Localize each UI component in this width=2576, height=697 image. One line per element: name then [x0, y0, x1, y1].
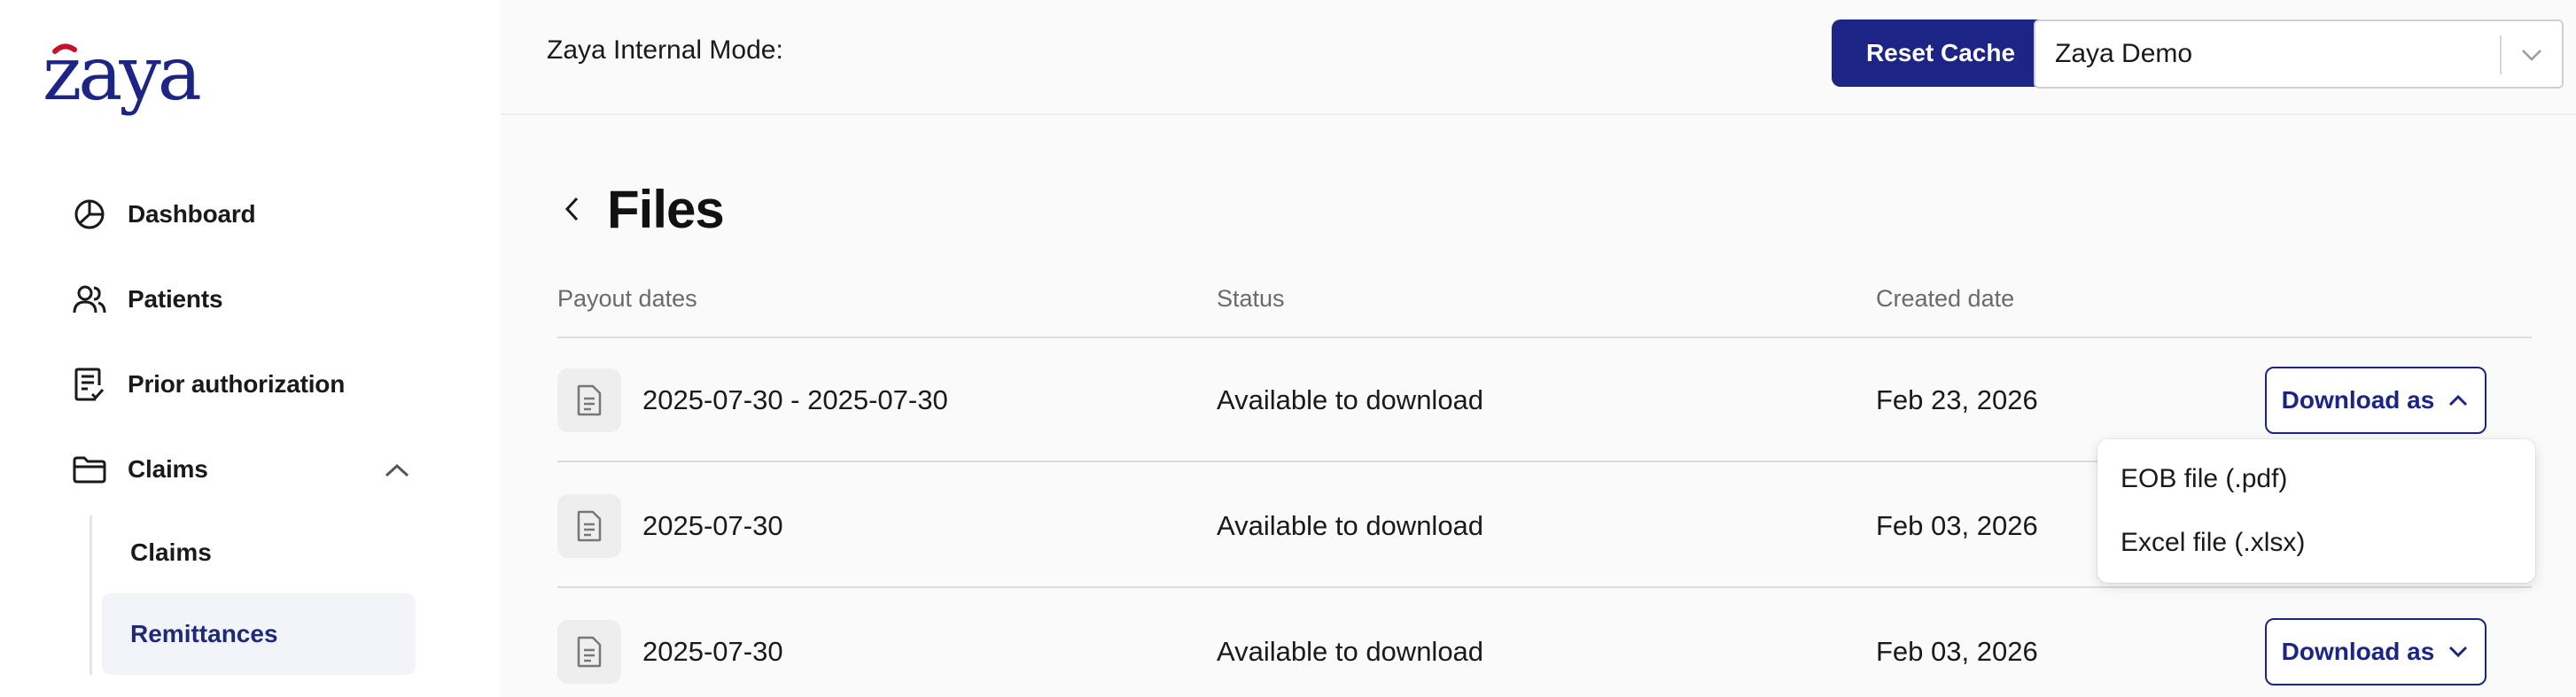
column-header-created-date[interactable]: Created date: [1876, 285, 2014, 313]
sidebar-item-prior-authorization[interactable]: Prior authorization: [71, 358, 345, 411]
users-icon: [71, 281, 108, 318]
download-as-label: Download as: [2281, 386, 2435, 414]
menu-item-eob-pdf[interactable]: EOB file (.pdf): [2121, 464, 2287, 494]
subnav-divider: [89, 515, 92, 675]
sidebar: zaya Dashboard Patients Prior authorizat…: [0, 0, 501, 697]
status-cell: Available to download: [1217, 510, 1484, 541]
status-cell: Available to download: [1217, 636, 1484, 667]
file-icon: [557, 368, 621, 432]
download-as-button[interactable]: Download as: [2265, 367, 2487, 434]
sidebar-subitem-claims[interactable]: Claims: [102, 512, 416, 593]
organization-select[interactable]: Zaya Demo: [2034, 19, 2564, 89]
sidebar-item-label: Claims: [128, 455, 208, 483]
created-date-cell: Feb 03, 2026: [1876, 636, 2038, 667]
main-content: Zaya Internal Mode: Reset Cache Zaya Dem…: [501, 0, 2576, 697]
download-as-label: Download as: [2281, 638, 2435, 665]
sidebar-item-label: Dashboard: [128, 200, 256, 228]
select-separator: [2500, 35, 2502, 74]
menu-item-excel-xlsx[interactable]: Excel file (.xlsx): [2121, 528, 2305, 558]
sidebar-item-label: Prior authorization: [128, 370, 346, 398]
chevron-up-icon: [2447, 391, 2470, 409]
created-date-cell: Feb 03, 2026: [1876, 510, 2038, 541]
file-icon: [557, 620, 621, 684]
svg-text:zaya: zaya: [43, 30, 200, 117]
file-icon: [557, 494, 621, 558]
sidebar-item-label: Patients: [128, 285, 223, 313]
chevron-down-icon[interactable]: [2514, 39, 2549, 71]
topbar: Zaya Internal Mode: Reset Cache Zaya Dem…: [501, 0, 2576, 115]
zaya-logo[interactable]: zaya: [43, 28, 229, 126]
internal-mode-label: Zaya Internal Mode:: [547, 35, 783, 65]
payout-date-cell: 2025-07-30: [642, 636, 783, 667]
row-divider: [557, 586, 2532, 588]
column-header-payout-dates[interactable]: Payout dates: [557, 285, 697, 313]
chevron-up-icon[interactable]: [381, 457, 413, 484]
download-menu: EOB file (.pdf) Excel file (.xlsx): [2097, 439, 2535, 583]
page-header: Files: [554, 174, 725, 244]
dashboard-icon: [71, 196, 108, 233]
payout-date-cell: 2025-07-30 - 2025-07-30: [642, 384, 948, 415]
folder-icon: [71, 451, 108, 488]
sidebar-subitem-remittances[interactable]: Remittances: [102, 593, 416, 675]
status-cell: Available to download: [1217, 384, 1484, 415]
document-check-icon: [71, 366, 108, 403]
sidebar-item-claims[interactable]: Claims: [71, 443, 208, 496]
page-title: Files: [607, 179, 725, 239]
reset-cache-button[interactable]: Reset Cache: [1832, 19, 2050, 87]
back-arrow-icon[interactable]: [554, 187, 589, 231]
payout-date-cell: 2025-07-30: [642, 510, 783, 541]
column-header-status[interactable]: Status: [1217, 285, 1285, 313]
download-as-button[interactable]: Download as: [2265, 618, 2487, 685]
zaya-logo-mark: zaya: [43, 30, 204, 117]
sidebar-item-dashboard[interactable]: Dashboard: [71, 188, 256, 241]
chevron-down-icon: [2447, 643, 2470, 661]
organization-select-value: Zaya Demo: [2055, 39, 2193, 68]
table-row: 2025-07-30 Available to download Feb 03,…: [557, 590, 2532, 697]
sidebar-item-patients[interactable]: Patients: [71, 273, 223, 326]
created-date-cell: Feb 23, 2026: [1876, 384, 2038, 415]
